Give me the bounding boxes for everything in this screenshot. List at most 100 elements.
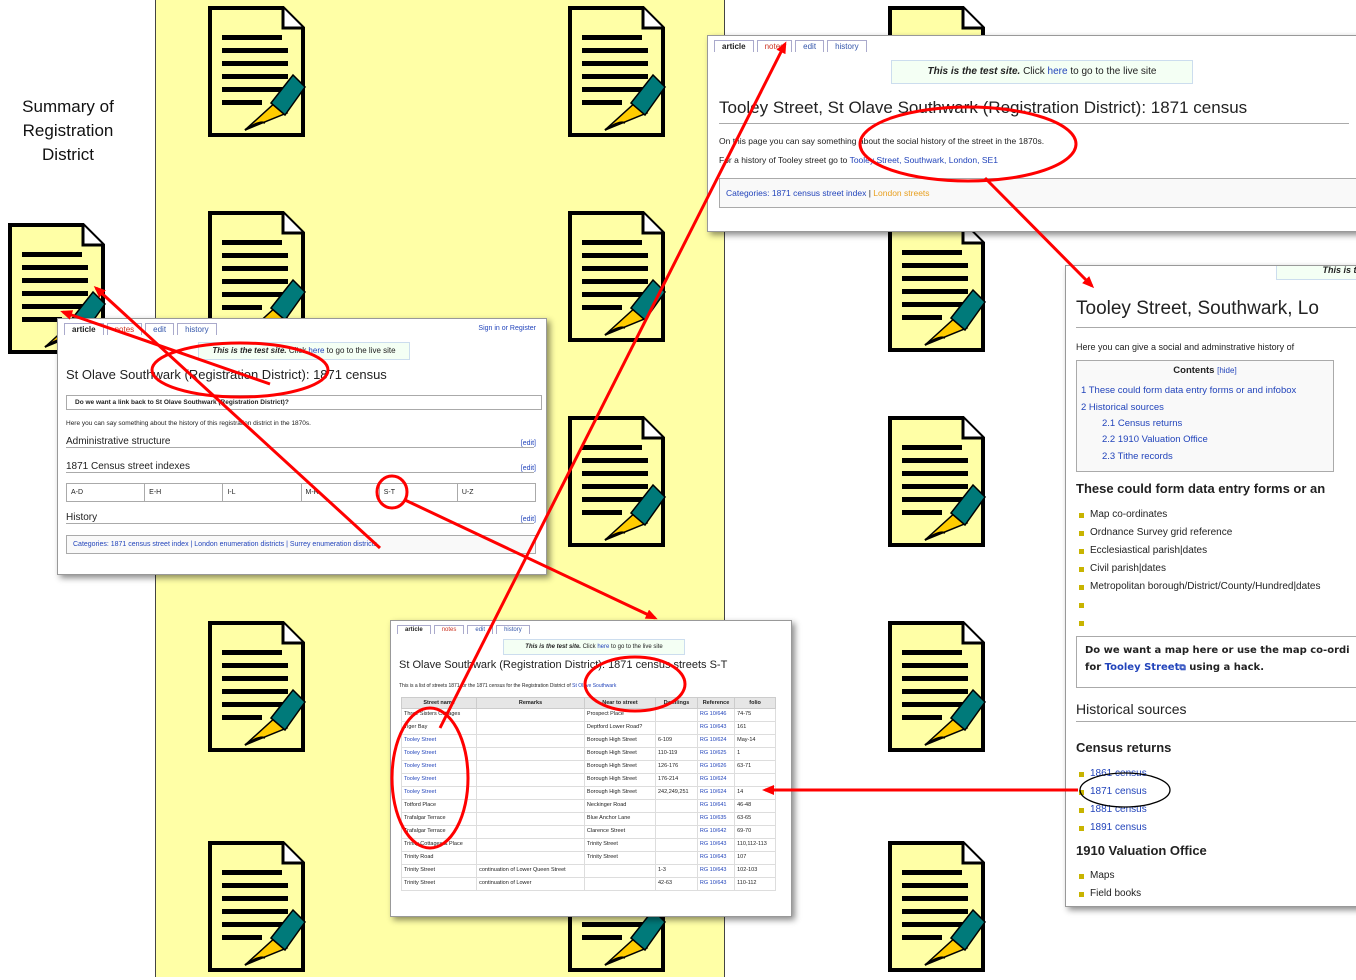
table-cell[interactable]: Tooley Street <box>400 734 478 748</box>
table-cell: Trinity Road <box>400 851 478 865</box>
index-cell[interactable]: I-L <box>223 484 302 501</box>
tab-history[interactable]: history <box>496 625 530 634</box>
table-cell[interactable]: Tooley Street <box>400 786 478 800</box>
cats-link-census[interactable]: 1871 census street index <box>772 188 867 198</box>
table-cell[interactable]: RG 10/643 <box>696 838 736 852</box>
cats-link-london[interactable]: London streets <box>873 188 929 198</box>
index-cell[interactable]: U-Z <box>458 484 535 501</box>
census-link-1861[interactable]: 1861 census <box>1076 765 1147 783</box>
tab-edit[interactable]: edit <box>467 625 494 634</box>
banner-here-link[interactable]: here <box>1048 66 1068 77</box>
column-header: Street name <box>400 697 478 709</box>
table-cell: 176-214 <box>654 773 698 787</box>
table-cell[interactable]: Tooley Street <box>400 773 478 787</box>
table-cell[interactable]: RG 10/643 <box>696 864 736 878</box>
toc-item[interactable]: 1 These could form data entry forms or a… <box>1081 385 1296 396</box>
toc-item[interactable]: 2.3 Tithe records <box>1102 451 1173 462</box>
table-cell[interactable]: RG 10/624 <box>696 734 736 748</box>
table-cell <box>476 825 585 839</box>
table-cell: Totford Place <box>400 799 478 813</box>
document-icon <box>565 210 670 345</box>
toc-item[interactable]: 2 Historical sources <box>1081 402 1164 413</box>
column-header: Dwellings <box>654 697 698 709</box>
tab-edit[interactable]: edit <box>145 323 175 335</box>
table-cell[interactable]: RG 10/624 <box>696 773 736 787</box>
test-site-banner: This is the test site. Click here to go … <box>891 60 1193 84</box>
toc-item[interactable]: 2.1 Census returns <box>1102 418 1182 429</box>
banner-here-link[interactable]: here <box>308 346 324 355</box>
table-cell[interactable]: RG 10/646 <box>696 708 736 722</box>
map-q2-post: using a hack. <box>1185 662 1264 673</box>
table-cell <box>476 721 585 735</box>
table-cell: 110-112 <box>734 877 776 891</box>
table-cell[interactable]: RG 10/642 <box>696 825 736 839</box>
edit-link-indexes[interactable]: [edit] <box>521 465 536 472</box>
map-q2-pre: for <box>1085 662 1105 673</box>
table-cell[interactable]: RG 10/626 <box>696 760 736 774</box>
map-question-line1: Do we want a map here or use the map co-… <box>1085 645 1350 656</box>
table-cell <box>476 786 585 800</box>
tab-history[interactable]: history <box>827 40 867 52</box>
tab-history[interactable]: history <box>177 323 217 335</box>
document-icon <box>205 5 310 140</box>
index-cell[interactable]: A-D <box>67 484 146 501</box>
census-link-1891[interactable]: 1891 census <box>1076 819 1147 837</box>
tab-article[interactable]: article <box>397 625 431 634</box>
page-tabs: article notes edit history <box>714 40 867 52</box>
banner-post: to go to the live site <box>1067 66 1157 77</box>
toc-item[interactable]: 2.2 1910 Valuation Office <box>1102 434 1208 445</box>
tab-article[interactable]: article <box>714 40 754 52</box>
table-cell[interactable]: RG 10/635 <box>696 812 736 826</box>
tab-notes[interactable]: notes <box>433 625 465 634</box>
toc-title: Contents <box>1173 365 1215 376</box>
table-row: Tooley Street Borough High Street 176-214 R… <box>400 773 776 787</box>
table-row: Three Sisters Cottages Prospect Place RG 1… <box>400 708 776 722</box>
page-tabs: article notes edit history <box>64 323 217 335</box>
categories-box: Categories: 1871 census street index | L… <box>719 178 1356 208</box>
banner-italic: This is the test site. <box>212 346 287 355</box>
table-cell[interactable]: RG 10/643 <box>696 851 736 865</box>
list-item[interactable]: Field books <box>1076 885 1141 903</box>
table-cell: Deptford Lower Road? <box>583 721 656 735</box>
table-cell: 6-109 <box>654 734 698 748</box>
list-item: Ordnance Survey grid reference <box>1076 524 1321 542</box>
intro-text: This is a list of streets 1871 for the 1… <box>399 683 616 689</box>
toc-hide[interactable]: [hide] <box>1217 366 1237 375</box>
tooley-street-external-link[interactable]: Tooley Street <box>1105 662 1180 673</box>
table-cell[interactable]: RG 10/624 <box>696 786 736 800</box>
district-link[interactable]: St Olave Southwark <box>572 683 616 689</box>
categories-box[interactable]: Categories: 1871 census street index | L… <box>66 535 536 554</box>
edit-link-admin[interactable]: [edit] <box>521 440 536 447</box>
table-cell[interactable]: RG 10/625 <box>696 747 736 761</box>
list-item[interactable]: Maps <box>1076 867 1141 885</box>
table-cell: 42-63 <box>654 877 698 891</box>
table-cell: Trinity Street <box>583 838 656 852</box>
table-cell: 102-103 <box>734 864 776 878</box>
sign-in-link[interactable]: Sign in or Register <box>478 325 536 332</box>
document-icon <box>885 620 990 755</box>
document-icon <box>565 5 670 140</box>
table-row: Trinity Street continuation of Lower Quee… <box>400 864 776 878</box>
table-cell[interactable]: RG 10/641 <box>696 799 736 813</box>
page-title: St Olave Southwark (Registration Distric… <box>399 659 728 671</box>
index-cell-s-t[interactable]: S-T <box>380 484 458 501</box>
tooley-street-link[interactable]: Tooley Street, Southwark, London, SE1 <box>850 155 998 165</box>
table-cell[interactable]: RG 10/643 <box>696 721 736 735</box>
table-cell[interactable]: Tooley Street <box>400 760 478 774</box>
table-cell[interactable]: Tooley Street <box>400 747 478 761</box>
tab-notes[interactable]: notes <box>756 40 793 52</box>
tab-notes[interactable]: notes <box>106 323 143 335</box>
census-link-1871[interactable]: 1871 census <box>1076 783 1147 801</box>
edit-link-history[interactable]: [edit] <box>521 516 536 523</box>
index-cell[interactable]: M-R <box>302 484 380 501</box>
banner-here-link[interactable]: here <box>597 644 609 650</box>
document-icon <box>885 220 990 355</box>
tab-edit[interactable]: edit <box>795 40 825 52</box>
index-cell[interactable]: E-H <box>145 484 224 501</box>
census-streets-screenshot: article notes edit history This is the t… <box>390 620 792 917</box>
table-cell[interactable]: RG 10/643 <box>696 877 736 891</box>
tab-article[interactable]: article <box>64 323 104 335</box>
census-link-1881[interactable]: 1881 census <box>1076 801 1147 819</box>
document-icon <box>205 620 310 755</box>
table-cell: Neckinger Road <box>583 799 656 813</box>
